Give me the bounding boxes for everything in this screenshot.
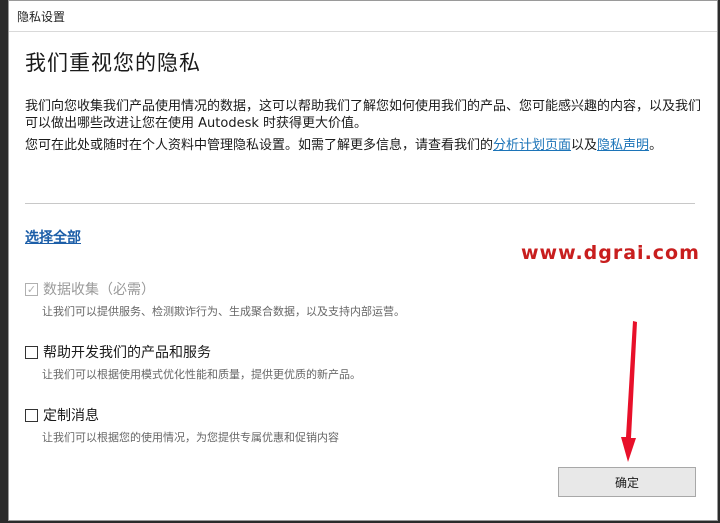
window-title: 隐私设置 — [17, 10, 66, 24]
select-all-link[interactable]: 选择全部 — [25, 227, 81, 247]
option-data-collection: ✓ 数据收集（必需） 让我们可以提供服务、检测欺诈行为、生成聚合数据，以及支持内… — [25, 280, 405, 319]
option-description: 让我们可以提供服务、检测欺诈行为、生成聚合数据，以及支持内部运营。 — [42, 305, 405, 318]
manage-suffix: 。 — [649, 138, 663, 153]
title-bar[interactable]: 隐私设置 — [9, 1, 717, 32]
product-development-checkbox[interactable] — [25, 345, 38, 359]
manage-text: 您可在此处或随时在个人资料中管理隐私设置。如需了解更多信息，请查看我们的 — [25, 138, 494, 153]
watermark-text: www.dgrai.com — [521, 242, 700, 264]
option-label[interactable]: 定制消息 — [43, 405, 99, 425]
option-custom-messages[interactable]: 定制消息 让我们可以根据您的使用情况，为您提供专属优惠和促销内容 — [25, 406, 339, 445]
page-title: 我们重视您的隐私 — [25, 51, 201, 75]
privacy-statement-link[interactable]: 隐私声明 — [597, 138, 649, 153]
intro-paragraph: 我们向您收集我们产品使用情况的数据，这可以帮助我们了解您如何使用我们的产品、您可… — [25, 99, 702, 131]
analytics-program-link[interactable]: 分析计划页面 — [493, 138, 571, 153]
option-description: 让我们可以根据使用模式优化性能和质量，提供更优质的新产品。 — [42, 368, 361, 381]
divider — [25, 203, 695, 204]
data-collection-checkbox: ✓ — [25, 282, 38, 296]
manage-middle-text: 以及 — [571, 138, 598, 153]
option-product-development[interactable]: 帮助开发我们的产品和服务 让我们可以根据使用模式优化性能和质量，提供更优质的新产… — [25, 343, 361, 382]
option-label: 数据收集（必需） — [43, 282, 155, 298]
manage-paragraph: 您可在此处或随时在个人资料中管理隐私设置。如需了解更多信息，请查看我们的分析计划… — [25, 137, 705, 154]
option-label[interactable]: 帮助开发我们的产品和服务 — [43, 342, 211, 362]
privacy-settings-dialog: 隐私设置 我们重视您的隐私 我们向您收集我们产品使用情况的数据，这可以帮助我们了… — [8, 0, 718, 521]
ok-button[interactable]: 确定 — [558, 467, 696, 497]
red-arrow-annotation-icon — [621, 321, 637, 462]
custom-messages-checkbox[interactable] — [25, 408, 38, 422]
option-description: 让我们可以根据您的使用情况，为您提供专属优惠和促销内容 — [42, 431, 339, 444]
